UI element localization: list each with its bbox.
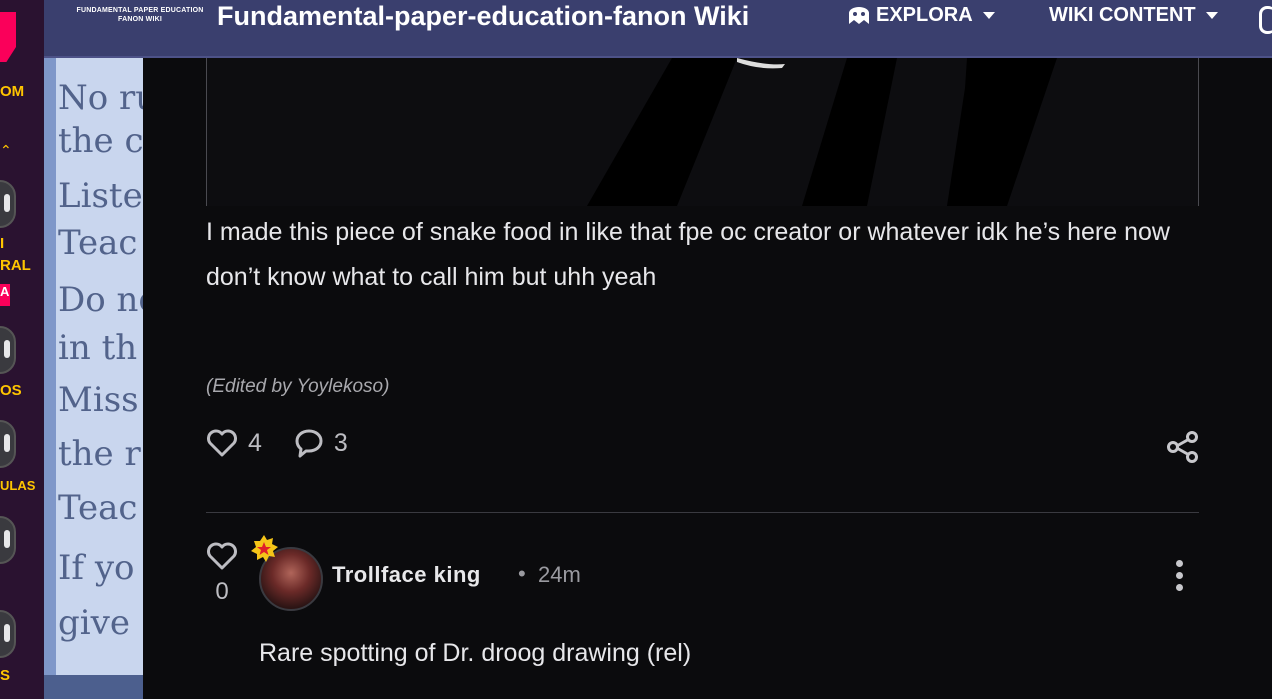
global-nav-rail: OM ⌃ I RAL A OS ULAS S [0, 0, 44, 699]
rail-avatar-4[interactable] [0, 516, 16, 564]
wiki-wordmark[interactable]: FUNDAMENTAL PAPER EDUCATION FANON WIKI [64, 6, 216, 24]
board-line: No ru [58, 78, 143, 118]
more-options-icon[interactable] [1176, 560, 1183, 591]
rail-label-ral[interactable]: RAL [0, 258, 31, 274]
nav-wiki-content-label: WIKI CONTENT [1049, 4, 1196, 26]
wiki-top-nav: FUNDAMENTAL PAPER EDUCATION FANON WIKI F… [44, 0, 1272, 58]
chevron-down-icon [1205, 12, 1218, 19]
heart-icon [207, 542, 237, 570]
edited-note: (Edited by Yoylekoso) [206, 376, 390, 397]
post-content: I made this piece of snake food in like … [143, 58, 1272, 699]
rail-label-fandom[interactable]: OM [0, 84, 24, 100]
board-line: If yo [58, 548, 135, 588]
rail-avatar-3[interactable] [0, 420, 16, 468]
explore-icon [849, 6, 869, 24]
rail-label-s[interactable]: S [0, 668, 10, 684]
reply-text: Rare spotting of Dr. droog drawing (rel) [259, 639, 692, 667]
rail-label-os[interactable]: OS [0, 383, 22, 399]
heart-icon [207, 429, 237, 457]
rail-label-i[interactable]: I [0, 236, 4, 252]
board-line: Do no [58, 280, 143, 320]
chevron-down-icon [982, 12, 995, 19]
reply-timestamp: 24m [538, 562, 581, 587]
board-ledge [44, 675, 143, 699]
separator-dot: • [518, 561, 526, 586]
board-line: Listen [58, 176, 143, 216]
board-line: Teac [58, 223, 138, 263]
nav-more-icon[interactable] [1259, 6, 1272, 34]
rail-label-ulas[interactable]: ULAS [0, 478, 35, 494]
post-body-text: I made this piece of snake food in like … [206, 218, 1170, 291]
site-title[interactable]: Fundamental-paper-education-fanon Wiki [217, 1, 749, 32]
fandom-logo-icon[interactable] [0, 12, 16, 62]
like-button[interactable]: 4 [206, 429, 262, 458]
comments-button[interactable]: 3 [294, 428, 348, 458]
board-line: in th [58, 328, 138, 368]
reply-item: 0 Trollface king • 24m Rare spotting of … [206, 535, 1199, 696]
board-line: the cl [58, 121, 143, 161]
share-button[interactable] [1166, 430, 1200, 469]
chevron-up-icon[interactable]: ⌃ [0, 142, 12, 159]
comment-icon [295, 429, 323, 458]
rail-avatar-2[interactable] [0, 326, 16, 374]
nav-explore[interactable]: EXPLORA [848, 4, 995, 27]
post-actions: 4 3 [206, 428, 380, 458]
drawing-illustration [207, 58, 1198, 206]
reply-like-button[interactable] [206, 542, 238, 575]
like-count: 4 [248, 428, 262, 457]
rail-avatar-1[interactable] [0, 180, 16, 228]
star-badge-icon [251, 535, 278, 562]
board-line: give [58, 603, 130, 643]
background-image: No ru the cl Listen Teac Do no in th Mis… [44, 58, 143, 699]
divider [206, 512, 1199, 513]
nav-wiki-content[interactable]: WIKI CONTENT [1049, 4, 1218, 27]
reply-username[interactable]: Trollface king [332, 562, 481, 588]
comment-count: 3 [333, 428, 348, 457]
rail-badge: A [0, 284, 10, 306]
rail-avatar-5[interactable] [0, 610, 16, 658]
post-image[interactable] [206, 58, 1199, 206]
reply-like-count: 0 [215, 578, 229, 605]
nav-explore-label: EXPLORA [876, 4, 973, 26]
share-icon [1167, 431, 1198, 463]
board-line: Miss [58, 380, 139, 420]
board-line: Teac [58, 488, 138, 528]
board-line: the r [58, 434, 141, 474]
